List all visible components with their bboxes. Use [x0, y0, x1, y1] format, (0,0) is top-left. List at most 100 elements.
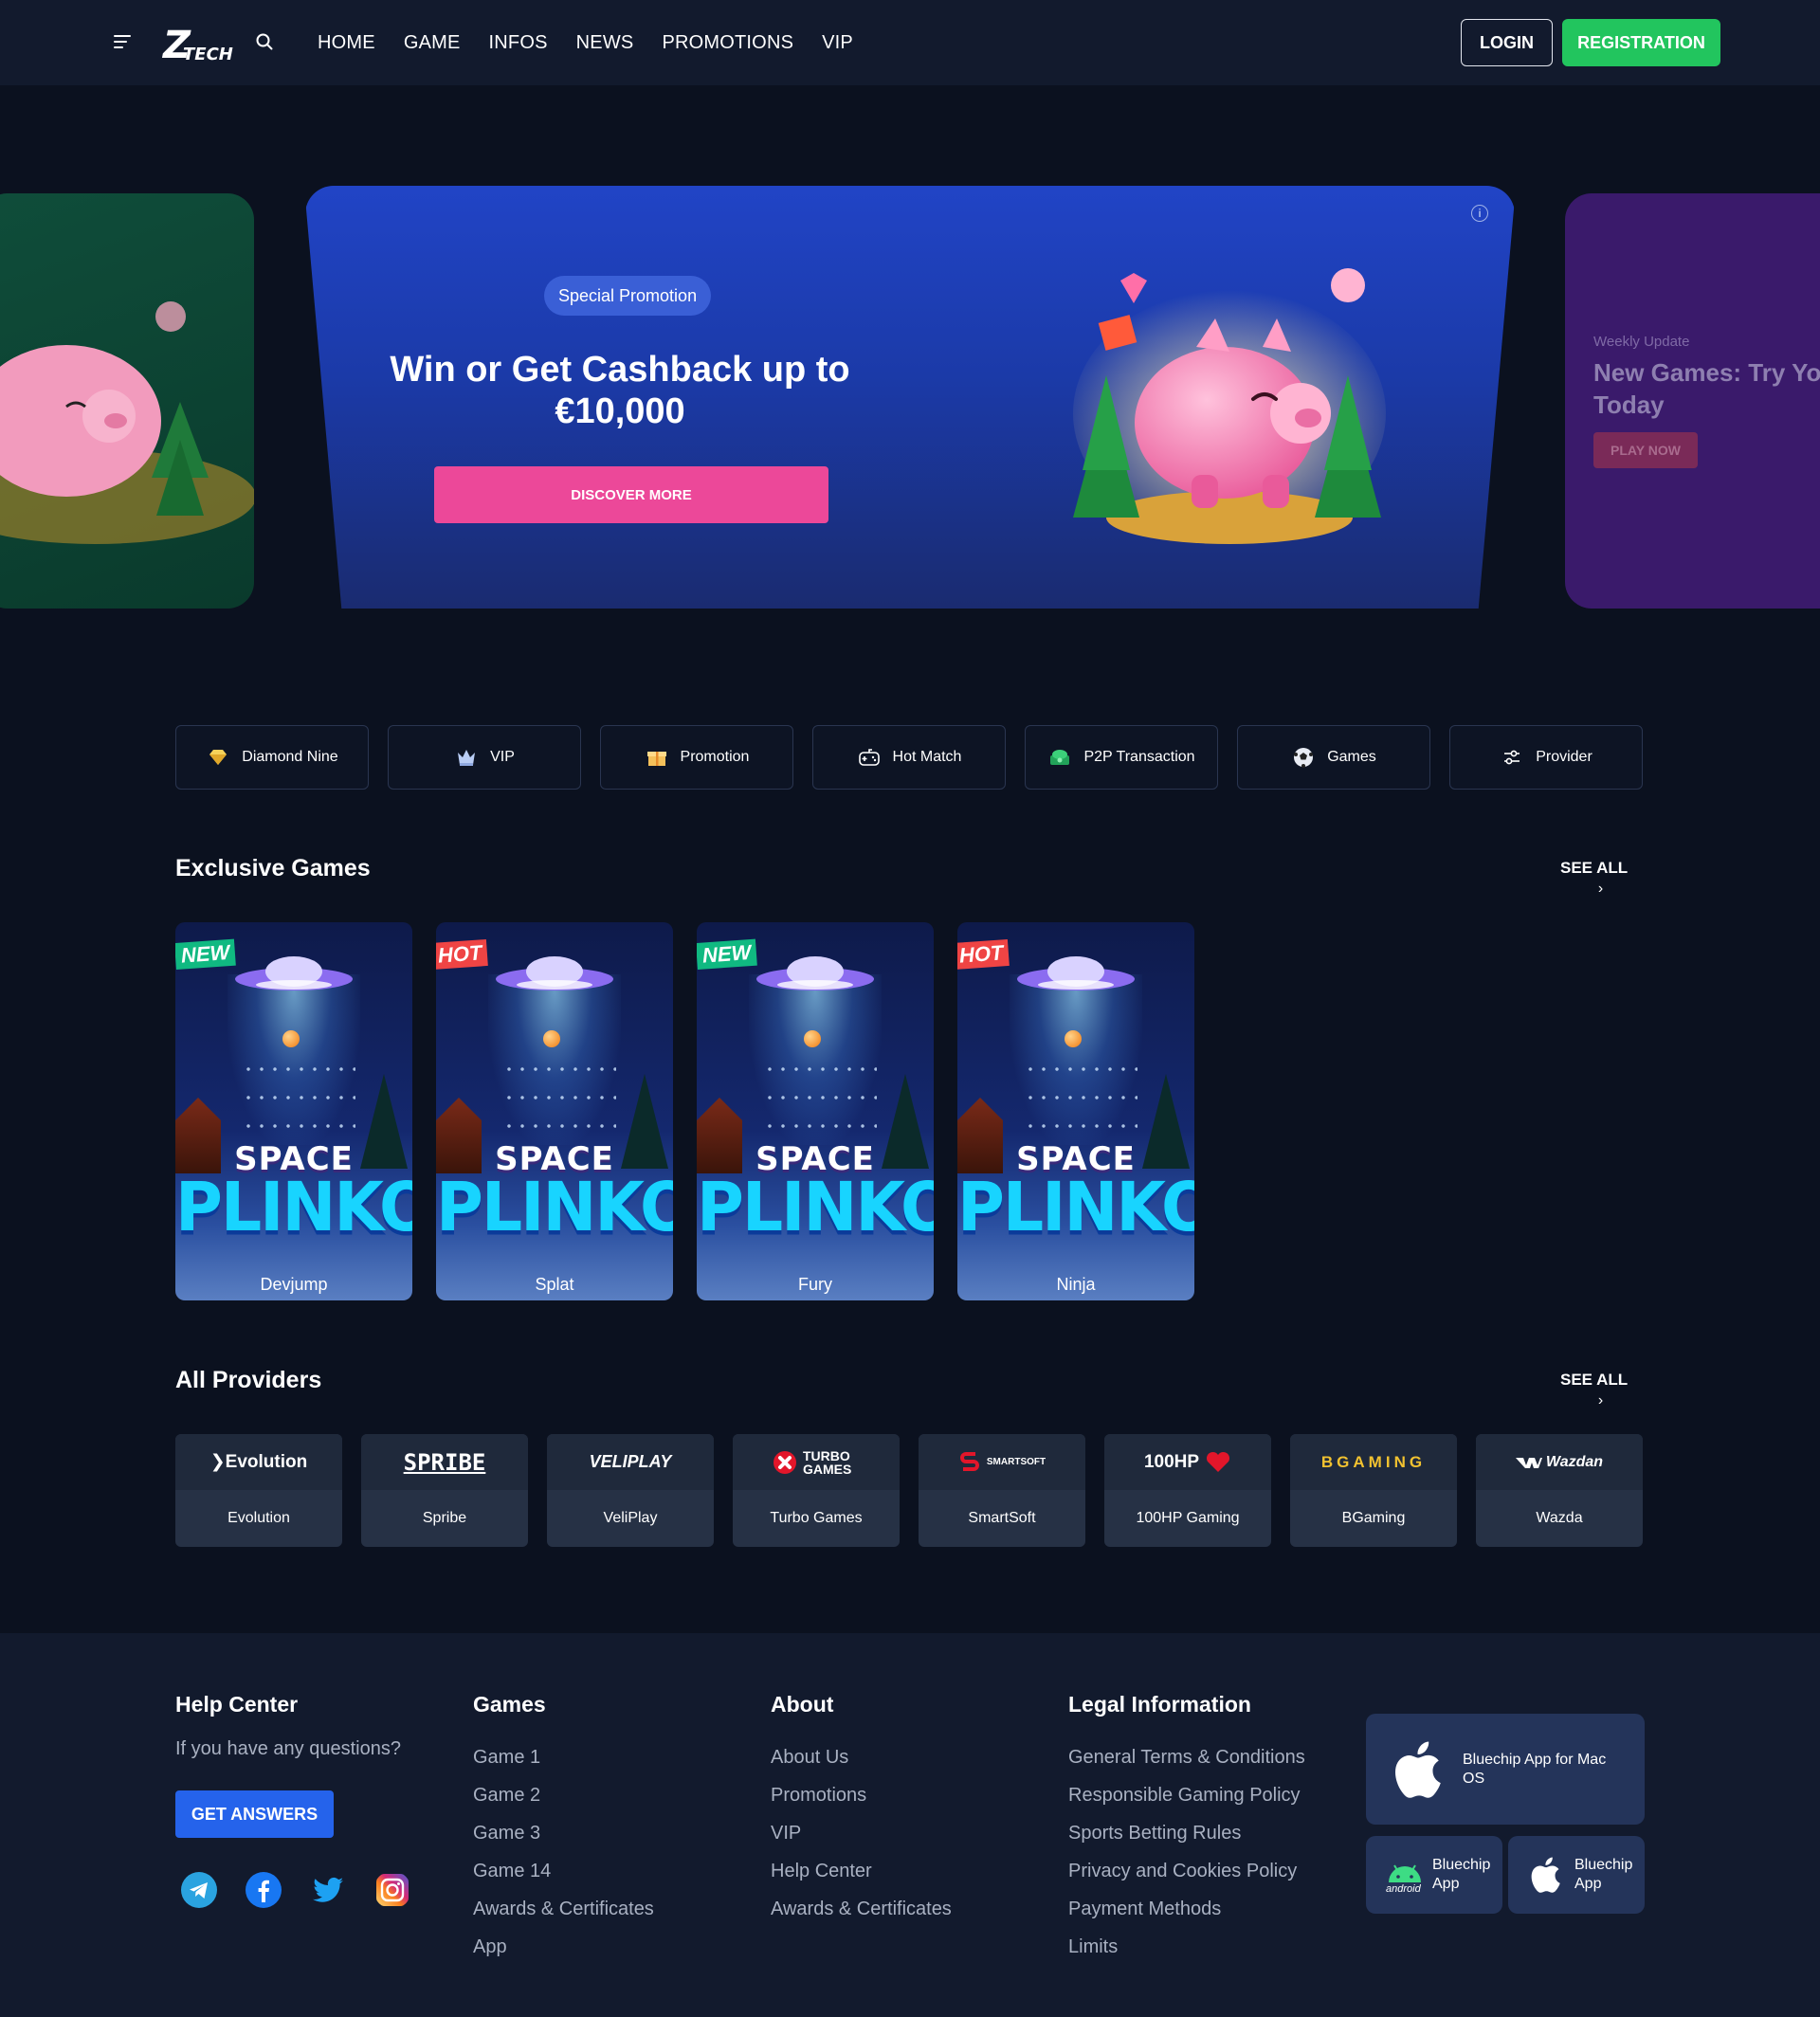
chip-hot-match[interactable]: Hot Match — [812, 725, 1006, 790]
carousel-slide-active[interactable]: Special Promotion Win or Get Cashback up… — [305, 186, 1515, 609]
footer-link[interactable]: Awards & Certificates — [771, 1890, 952, 1928]
footer-link[interactable]: Promotions — [771, 1776, 952, 1814]
carousel-slide-next[interactable]: Weekly Update New Games: Try Yo Today PL… — [1565, 193, 1820, 609]
exclusive-games-list: SPACE PLINKO NEW Devjump SPACE PLINKO HO… — [175, 922, 1194, 1300]
footer-link[interactable]: Limits — [1068, 1928, 1305, 1966]
chevron-right-icon: › — [1597, 881, 1604, 897]
facebook-icon[interactable] — [245, 1871, 282, 1909]
info-icon[interactable]: i — [1471, 205, 1488, 222]
discover-more-button[interactable]: DISCOVER MORE — [434, 466, 828, 523]
footer-heading: Legal Information — [1068, 1692, 1251, 1717]
hot-badge: HOT — [436, 938, 489, 970]
footer-link[interactable]: Game 3 — [473, 1814, 654, 1852]
provider-logo: 100HP — [1104, 1434, 1271, 1490]
provider-bgaming[interactable]: BGAMING BGaming — [1290, 1434, 1457, 1547]
provider-evolution[interactable]: ❯ Evolution Evolution — [175, 1434, 342, 1547]
new-badge: NEW — [697, 938, 758, 970]
android-app-label: Bluechip App — [1432, 1857, 1491, 1892]
hamburger-menu-icon[interactable] — [114, 35, 131, 48]
provider-logo: SPRIBE — [361, 1434, 528, 1490]
game-card-splat[interactable]: SPACE PLINKO HOT Splat — [436, 922, 673, 1300]
provider-turbo-games[interactable]: TURBO GAMES Turbo Games — [733, 1434, 900, 1547]
mac-app-label: Bluechip App for Mac OS — [1463, 1751, 1607, 1787]
game-card-devjump[interactable]: SPACE PLINKO NEW Devjump — [175, 922, 412, 1300]
nav-home[interactable]: HOME — [318, 32, 375, 54]
chip-provider[interactable]: Provider — [1449, 725, 1643, 790]
brand-logo[interactable]: Z TECH — [163, 21, 233, 64]
footer-link[interactable]: Sports Betting Rules — [1068, 1814, 1305, 1852]
apple-icon — [1531, 1857, 1560, 1893]
money-icon — [1050, 750, 1070, 765]
footer-heading: Help Center — [175, 1692, 299, 1717]
provider-spribe[interactable]: SPRIBE Spribe — [361, 1434, 528, 1547]
registration-button[interactable]: REGISTRATION — [1562, 19, 1720, 66]
ios-app-download-button[interactable]: Bluechip App — [1508, 1836, 1645, 1914]
main-nav: HOME GAME INFOS NEWS PROMOTIONS VIP — [318, 0, 853, 85]
nav-infos[interactable]: INFOS — [489, 32, 548, 54]
chip-p2p-transaction[interactable]: P2P Transaction — [1025, 725, 1218, 790]
chip-promotion[interactable]: Promotion — [600, 725, 793, 790]
nav-game[interactable]: GAME — [404, 32, 461, 54]
chip-games[interactable]: Games — [1237, 725, 1430, 790]
game-card-ninja[interactable]: SPACE PLINKO HOT Ninja — [957, 922, 1194, 1300]
game-name: Splat — [535, 1275, 574, 1294]
mac-app-download-button[interactable]: Bluechip App for Mac OS — [1366, 1714, 1645, 1825]
help-question: If you have any questions? — [175, 1738, 401, 1759]
telegram-icon[interactable] — [180, 1871, 218, 1909]
provider-wazdan[interactable]: Wazdan Wazda — [1476, 1434, 1643, 1547]
provider-veliplay[interactable]: VELIPLAY VeliPlay — [547, 1434, 714, 1547]
provider-100hp-gaming[interactable]: 100HP 100HP Gaming — [1104, 1434, 1271, 1547]
footer-link[interactable]: VIP — [771, 1814, 952, 1852]
footer-link[interactable]: Game 1 — [473, 1738, 654, 1776]
footer-link[interactable]: Privacy and Cookies Policy — [1068, 1852, 1305, 1890]
exclusive-games-title: Exclusive Games — [175, 855, 371, 881]
game-card-fury[interactable]: SPACE PLINKO NEW Fury — [697, 922, 934, 1300]
gift-icon — [646, 752, 666, 766]
provider-logo: VELIPLAY — [547, 1434, 714, 1490]
soccer-ball-icon — [1294, 748, 1314, 768]
footer-link[interactable]: App — [473, 1928, 654, 1966]
footer-link[interactable]: Game 14 — [473, 1852, 654, 1890]
wazdan-logo-icon — [1515, 1457, 1542, 1468]
footer-link[interactable]: Game 2 — [473, 1776, 654, 1814]
footer-help-center: Help Center If you have any questions? G… — [175, 1692, 411, 1909]
twitter-icon[interactable] — [309, 1871, 347, 1909]
turbo-games-logo-icon — [774, 1450, 796, 1474]
slide-title: New Games: Try Yo Today — [1593, 358, 1820, 419]
game-name: Devjump — [260, 1275, 328, 1294]
provider-logo: BGAMING — [1290, 1434, 1457, 1490]
footer-link[interactable]: Awards & Certificates — [473, 1890, 654, 1928]
footer-link[interactable]: Payment Methods — [1068, 1890, 1305, 1928]
get-answers-button[interactable]: GET ANSWERS — [175, 1790, 334, 1838]
slide-eyebrow: Weekly Update — [1593, 334, 1690, 350]
login-button[interactable]: LOGIN — [1461, 19, 1553, 66]
chip-vip[interactable]: VIP — [388, 725, 581, 790]
footer-heading: About — [771, 1692, 834, 1717]
footer-heading: Games — [473, 1692, 546, 1717]
game-name: Fury — [798, 1275, 832, 1294]
footer-link[interactable]: Help Center — [771, 1852, 952, 1890]
site-footer: Help Center If you have any questions? G… — [0, 1633, 1820, 2017]
footer-link[interactable]: About Us — [771, 1738, 952, 1776]
crown-icon — [458, 750, 476, 766]
nav-news[interactable]: NEWS — [576, 32, 634, 54]
social-links — [180, 1871, 411, 1909]
footer-link[interactable]: Responsible Gaming Policy — [1068, 1776, 1305, 1814]
play-now-button[interactable]: PLAY NOW — [1593, 432, 1698, 468]
provider-smartsoft[interactable]: SMARTSOFT SmartSoft — [919, 1434, 1085, 1547]
footer-games: Games Game 1 Game 2 Game 3 Game 14 Award… — [473, 1692, 654, 1966]
search-icon[interactable] — [256, 33, 273, 50]
footer-link[interactable]: General Terms & Conditions — [1068, 1738, 1305, 1776]
new-badge: NEW — [175, 938, 237, 970]
heart-icon — [1207, 1451, 1230, 1472]
ufo-icon — [1017, 956, 1135, 990]
providers-see-all-link[interactable]: SEE ALL › — [1560, 1371, 1628, 1410]
exclusive-see-all-link[interactable]: SEE ALL › — [1560, 859, 1628, 899]
carousel-slide-previous[interactable] — [0, 193, 254, 609]
chip-diamond-nine[interactable]: Diamond Nine — [175, 725, 369, 790]
instagram-icon[interactable] — [373, 1871, 411, 1909]
nav-promotions[interactable]: PROMOTIONS — [662, 32, 793, 54]
nav-vip[interactable]: VIP — [822, 32, 853, 54]
android-app-download-button[interactable]: android Bluechip App — [1366, 1836, 1502, 1914]
piggy-bank-art — [1073, 268, 1386, 544]
